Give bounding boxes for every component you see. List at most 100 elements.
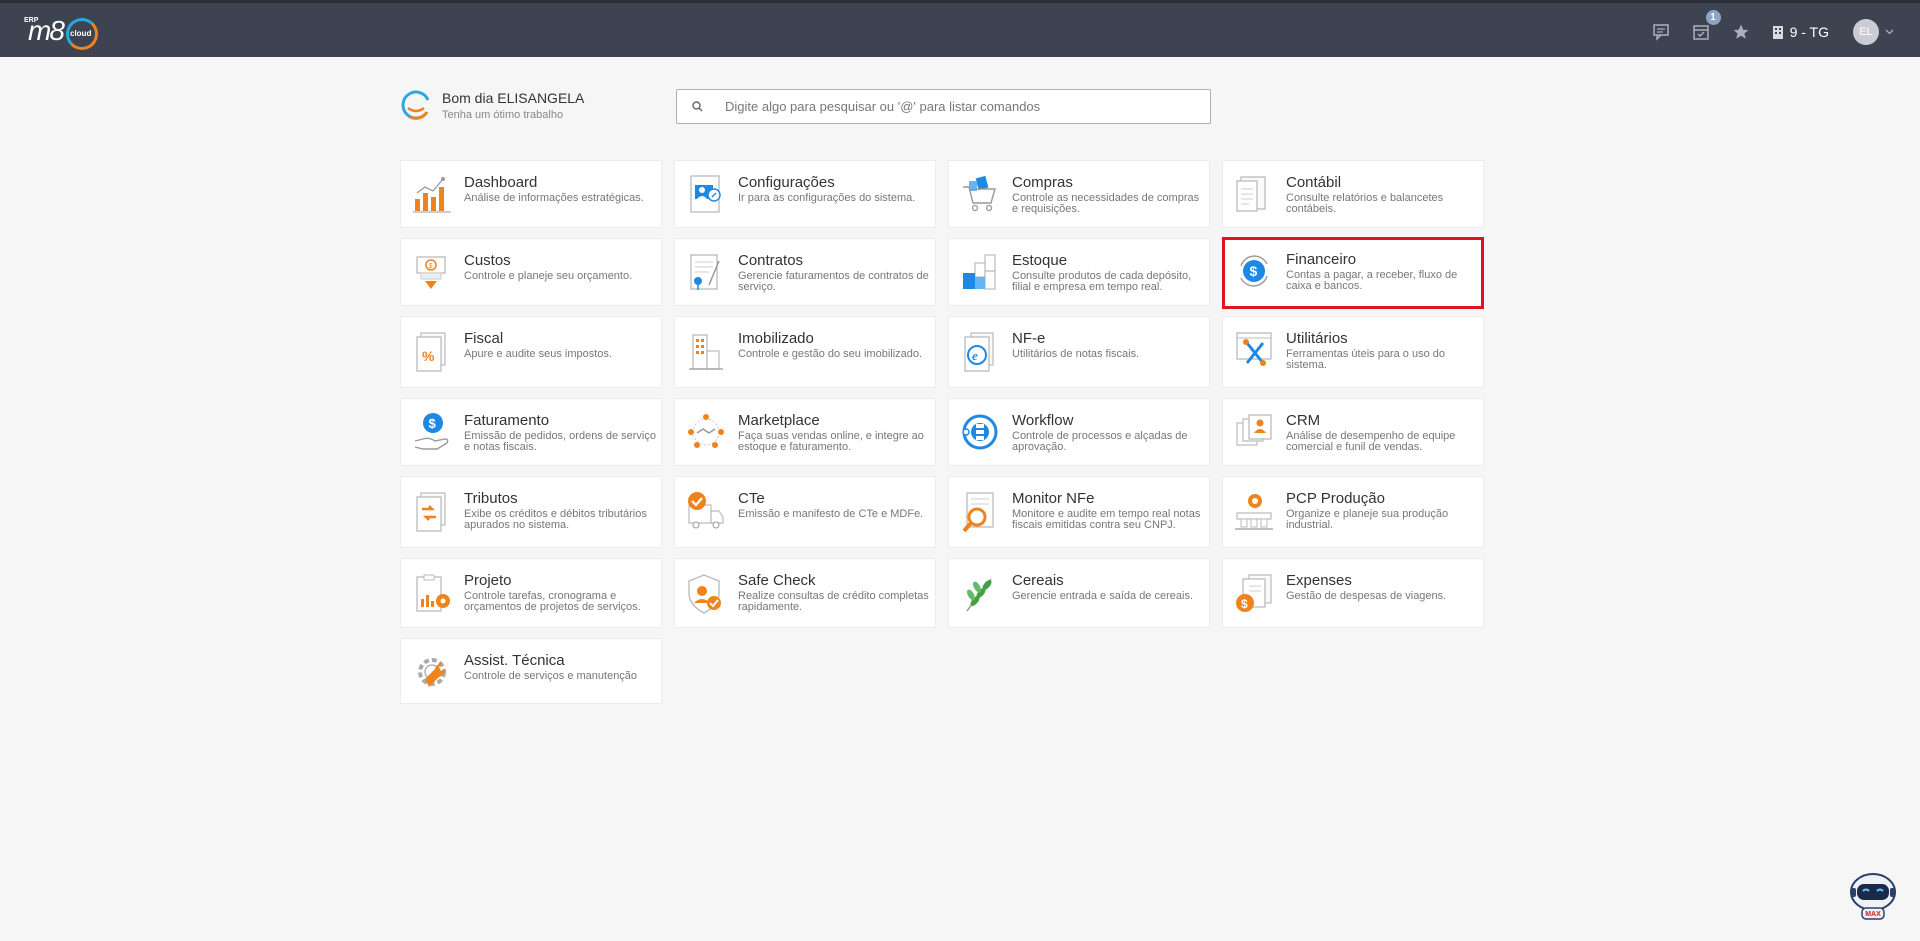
fiscal-icon: % bbox=[411, 331, 453, 373]
module-title: Tributos bbox=[464, 490, 518, 507]
module-title: Financeiro bbox=[1286, 251, 1357, 268]
module-title: Safe Check bbox=[738, 572, 816, 589]
chat-icon[interactable] bbox=[1650, 21, 1672, 43]
module-title: PCP Produção bbox=[1286, 490, 1385, 507]
module-card-custos[interactable]: $ Custos Controle e planeje seu orçament… bbox=[400, 238, 662, 306]
module-description: Controle e planeje seu orçamento. bbox=[464, 270, 633, 282]
module-card-compras[interactable]: Compras Controle as necessidades de comp… bbox=[948, 160, 1210, 228]
module-card-monitor-nfe[interactable]: Monitor NFe Monitore e audite em tempo r… bbox=[948, 476, 1210, 548]
module-title: Monitor NFe bbox=[1012, 490, 1095, 507]
module-card-nfe[interactable]: e NF-e Utilitários de notas fiscais. bbox=[948, 316, 1210, 388]
module-card-cereais[interactable]: Cereais Gerencie entrada e saída de cere… bbox=[948, 558, 1210, 628]
module-description: Controle e gestão do seu imobilizado. bbox=[738, 348, 923, 360]
avatar: EL bbox=[1853, 18, 1879, 45]
module-card-imobilizado[interactable]: Imobilizado Controle e gestão do seu imo… bbox=[674, 316, 936, 388]
building-icon bbox=[1772, 25, 1783, 39]
module-description: Ir para as configurações do sistema. bbox=[738, 192, 916, 204]
logo-cloud-text: cloud bbox=[70, 29, 92, 38]
module-title: Assist. Técnica bbox=[464, 652, 565, 669]
module-description: Controle tarefas, cronograma e orçamento… bbox=[464, 590, 641, 613]
greeting-subtitle: Tenha um ótimo trabalho bbox=[442, 108, 564, 121]
module-description: Apure e audite seus impostos. bbox=[464, 348, 612, 360]
svg-text:$: $ bbox=[429, 263, 433, 270]
svg-text:%: % bbox=[422, 348, 435, 364]
search-icon bbox=[677, 101, 717, 112]
module-card-marketplace[interactable]: Marketplace Faça suas vendas online, e i… bbox=[674, 398, 936, 466]
workflow-icon bbox=[959, 411, 1001, 453]
module-card-fiscal[interactable]: % Fiscal Apure e audite seus impostos. bbox=[400, 316, 662, 388]
taxes-icon bbox=[411, 491, 453, 533]
module-title: Faturamento bbox=[464, 412, 550, 429]
module-description: Emissão de pedidos, ordens de serviço e … bbox=[464, 430, 656, 453]
crm-icon bbox=[1233, 411, 1275, 453]
finance-icon: $ bbox=[1233, 250, 1275, 292]
top-bar: ERP m8 cloud 1 9 - TG EL bbox=[0, 0, 1920, 57]
module-title: Projeto bbox=[464, 572, 512, 589]
module-description: Gerencie faturamentos de contratos de se… bbox=[738, 270, 929, 293]
accounting-icon bbox=[1233, 173, 1275, 215]
star-icon[interactable] bbox=[1730, 21, 1752, 43]
search-box[interactable] bbox=[676, 89, 1211, 124]
module-title: Utilitários bbox=[1286, 330, 1348, 347]
module-description: Monitore e audite em tempo real notas fi… bbox=[1012, 508, 1201, 531]
module-card-utilitarios[interactable]: Utilitários Ferramentas úteis para o uso… bbox=[1222, 316, 1484, 388]
module-description: Consulte produtos de cada depósito, fili… bbox=[1012, 270, 1192, 293]
module-title: Contábil bbox=[1286, 174, 1342, 191]
module-card-contabil[interactable]: Contábil Consulte relatórios e balancete… bbox=[1222, 160, 1484, 228]
module-description: Gerencie entrada e saída de cereais. bbox=[1012, 590, 1194, 602]
module-title: Compras bbox=[1012, 174, 1073, 191]
module-description: Análise de desempenho de equipe comercia… bbox=[1286, 430, 1456, 453]
inventory-icon bbox=[959, 251, 1001, 293]
nfe-icon: e bbox=[959, 331, 1001, 373]
module-card-faturamento[interactable]: $ Faturamento Emissão de pedidos, ordens… bbox=[400, 398, 662, 466]
module-description: Controle de processos e alçadas de aprov… bbox=[1012, 430, 1188, 453]
greeting-title: Bom dia ELISANGELA bbox=[442, 89, 585, 106]
module-description: Exibe os créditos e débitos tributários … bbox=[464, 508, 647, 531]
safe-check-icon bbox=[685, 573, 727, 615]
module-title: Estoque bbox=[1012, 252, 1068, 269]
module-description: Gestão de despesas de viagens. bbox=[1286, 590, 1447, 602]
app-logo[interactable]: ERP m8 cloud bbox=[22, 13, 104, 53]
module-card-pcp-producao[interactable]: PCP Produção Organize e planeje sua prod… bbox=[1222, 476, 1484, 548]
chevron-down-icon bbox=[1885, 29, 1894, 34]
svg-text:e: e bbox=[972, 348, 978, 363]
module-card-crm[interactable]: CRM Análise de desempenho de equipe come… bbox=[1222, 398, 1484, 466]
module-card-assist-tecnica[interactable]: Assist. Técnica Controle de serviços e m… bbox=[400, 638, 662, 704]
module-title: Dashboard bbox=[464, 174, 538, 191]
notification-badge: 1 bbox=[1705, 9, 1721, 25]
settings-icon bbox=[685, 173, 727, 215]
module-description: Contas a pagar, a receber, fluxo de caix… bbox=[1286, 269, 1458, 292]
module-card-cte[interactable]: CTe Emissão e manifesto de CTe e MDFe. bbox=[674, 476, 936, 548]
grain-icon bbox=[959, 573, 1001, 615]
greeting: Bom dia ELISANGELA Tenha um ótimo trabal… bbox=[400, 88, 584, 122]
shopping-cart-icon bbox=[959, 173, 1001, 215]
module-title: Configurações bbox=[738, 174, 835, 191]
module-card-workflow[interactable]: Workflow Controle de processos e alçadas… bbox=[948, 398, 1210, 466]
company-label: 9 - TG bbox=[1789, 23, 1829, 40]
module-card-financeiro[interactable]: $ Financeiro Contas a pagar, a receber, … bbox=[1222, 237, 1484, 309]
module-card-expenses[interactable]: $ Expenses Gestão de despesas de viagens… bbox=[1222, 558, 1484, 628]
module-card-contratos[interactable]: Contratos Gerencie faturamentos de contr… bbox=[674, 238, 936, 306]
module-card-safe-check[interactable]: Safe Check Realize consultas de crédito … bbox=[674, 558, 936, 628]
module-title: Imobilizado bbox=[738, 330, 814, 347]
fixed-assets-icon bbox=[685, 331, 727, 373]
module-description: Realize consultas de crédito completas r… bbox=[738, 590, 929, 613]
module-title: CTe bbox=[738, 490, 765, 507]
dashboard-icon bbox=[411, 173, 453, 215]
tech-support-icon bbox=[411, 651, 453, 693]
module-card-configuracoes[interactable]: Configurações Ir para as configurações d… bbox=[674, 160, 936, 228]
greeting-logo-icon bbox=[401, 90, 430, 120]
module-title: Expenses bbox=[1286, 572, 1352, 589]
svg-text:$: $ bbox=[1250, 263, 1258, 279]
module-card-estoque[interactable]: Estoque Consulte produtos de cada depósi… bbox=[948, 238, 1210, 306]
module-title: CRM bbox=[1286, 412, 1321, 429]
search-input[interactable] bbox=[717, 99, 1210, 114]
company-selector[interactable]: 9 - TG bbox=[1772, 24, 1829, 40]
module-card-tributos[interactable]: Tributos Exibe os créditos e débitos tri… bbox=[400, 476, 662, 548]
module-card-dashboard[interactable]: Dashboard Análise de informações estraté… bbox=[400, 160, 662, 228]
calendar-check-icon[interactable]: 1 bbox=[1690, 9, 1721, 43]
module-card-projeto[interactable]: Projeto Controle tarefas, cronograma e o… bbox=[400, 558, 662, 628]
contracts-icon bbox=[685, 251, 727, 293]
user-menu[interactable]: EL bbox=[1853, 18, 1894, 45]
max-assistant-button[interactable]: MAX bbox=[1848, 870, 1898, 920]
